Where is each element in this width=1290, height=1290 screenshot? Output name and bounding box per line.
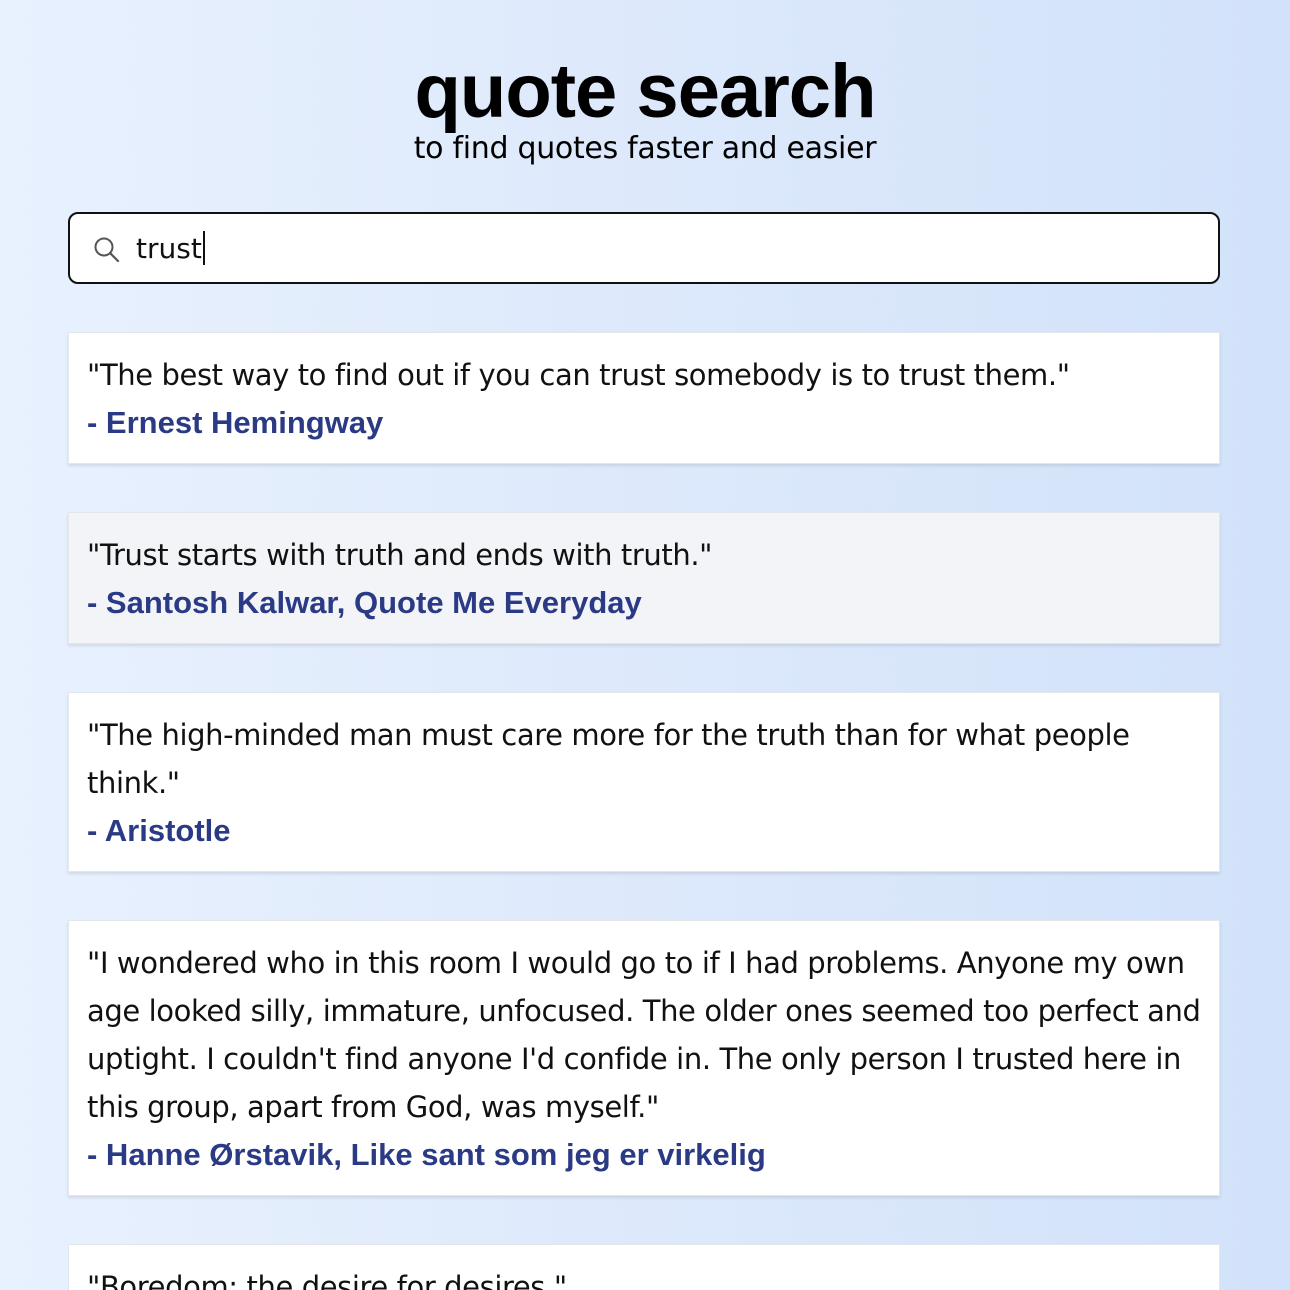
text-caret bbox=[202, 231, 205, 265]
quote-card[interactable]: "Trust starts with truth and ends with t… bbox=[68, 512, 1220, 644]
quote-card[interactable]: "The high-minded man must care more for … bbox=[68, 692, 1220, 872]
quote-text: "Trust starts with truth and ends with t… bbox=[87, 538, 713, 572]
search-input[interactable]: trust bbox=[136, 226, 1196, 270]
page-title: quote search bbox=[414, 49, 876, 134]
search-icon bbox=[94, 237, 120, 263]
quote-card[interactable]: "The best way to find out if you can tru… bbox=[68, 332, 1220, 464]
quote-text: "Boredom: the desire for desires." bbox=[87, 1270, 567, 1290]
quote-author[interactable]: - Aristotle bbox=[87, 807, 1201, 855]
quote-card[interactable]: "Boredom: the desire for desires." bbox=[68, 1244, 1220, 1290]
page-header: quote search to find quotes faster and e… bbox=[0, 50, 1290, 168]
search-box[interactable]: trust bbox=[68, 212, 1220, 284]
quote-text: "The best way to find out if you can tru… bbox=[87, 358, 1070, 392]
search-input-value: trust bbox=[136, 231, 202, 265]
quote-author[interactable]: - Hanne Ørstavik, Like sant som jeg er v… bbox=[87, 1131, 1201, 1179]
quote-text: "I wondered who in this room I would go … bbox=[87, 946, 1201, 1124]
quote-text: "The high-minded man must care more for … bbox=[87, 718, 1130, 800]
quote-author[interactable]: - Santosh Kalwar, Quote Me Everyday bbox=[87, 579, 1201, 627]
quote-card[interactable]: "I wondered who in this room I would go … bbox=[68, 920, 1220, 1196]
page-subtitle: to find quotes faster and easier bbox=[413, 131, 877, 166]
quote-author[interactable]: - Ernest Hemingway bbox=[87, 399, 1201, 447]
